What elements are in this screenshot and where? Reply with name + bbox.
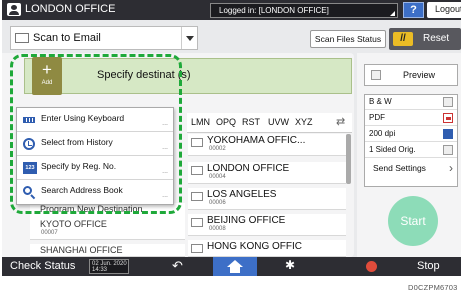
preview-checkbox[interactable] xyxy=(371,70,381,80)
envelope-icon xyxy=(191,244,203,253)
scan-settings-box: B & W PDF 200 dpi 1 Sided Orig. Send Set… xyxy=(364,94,458,187)
tab-opq[interactable]: OPQ xyxy=(216,117,236,127)
top-bar: LONDON OFFICE Logged in: [LONDON OFFICE]… xyxy=(2,0,461,20)
chevron-down-icon[interactable] xyxy=(181,27,197,49)
setting-label: 200 dpi xyxy=(369,129,396,138)
expand-corner-icon xyxy=(390,11,395,16)
help-button[interactable]: ? xyxy=(403,2,424,18)
setting-label: B & W xyxy=(369,97,392,106)
tab-xyz[interactable]: XYZ xyxy=(295,117,313,127)
setting-label: PDF xyxy=(369,113,385,122)
preview-toggle[interactable]: Preview xyxy=(364,64,458,86)
envelope-icon xyxy=(191,138,203,147)
tab-rst[interactable]: RST xyxy=(242,117,260,127)
envelope-icon xyxy=(191,218,203,227)
entry-name: YOKOHAMA OFFIC... xyxy=(207,135,306,146)
list-item[interactable]: SHANGHAI OFFICE xyxy=(30,244,185,257)
preview-label: Preview xyxy=(403,70,436,80)
time-label: 14:33 xyxy=(92,267,108,273)
send-settings-button[interactable]: Send Settings › xyxy=(365,159,457,179)
list-item[interactable]: BEIJING OFFICE 00008 xyxy=(188,214,346,236)
scrollbar[interactable] xyxy=(346,134,351,184)
envelope-icon xyxy=(191,192,203,201)
scan-to-label: Scan to Email xyxy=(33,32,101,44)
color-mode-icon xyxy=(443,97,453,107)
entry-name: LONDON OFFICE xyxy=(207,163,290,174)
resolution-icon xyxy=(443,129,453,139)
logged-in-label: Logged in: [LONDON OFFICE] xyxy=(219,6,329,15)
list-item[interactable]: KYOTO OFFICE 00007 xyxy=(30,218,185,240)
setting-resolution[interactable]: 200 dpi xyxy=(365,127,457,142)
setting-color[interactable]: B & W xyxy=(365,95,457,110)
setting-file-type[interactable]: PDF xyxy=(365,111,457,126)
office-title: LONDON OFFICE xyxy=(25,3,116,15)
chevron-right-icon: › xyxy=(449,161,453,175)
entry-name: LOS ANGELES xyxy=(207,189,277,200)
check-status-button[interactable]: Check Status xyxy=(10,260,75,272)
setting-original-sides[interactable]: 1 Sided Orig. xyxy=(365,143,457,158)
tab-uvw[interactable]: UVW xyxy=(268,117,289,127)
setting-label: 1 Sided Orig. xyxy=(369,145,416,154)
pdf-icon xyxy=(443,113,453,123)
entry-number: 00008 xyxy=(209,226,226,232)
bottom-bar: Check Status 02 Jun. 2020 14:33 ↶ ✱ Stop xyxy=(2,257,461,276)
one-sided-icon xyxy=(443,145,453,155)
logout-button[interactable]: Logout xyxy=(427,2,461,18)
index-tabs: LMN OPQ RST UVW XYZ ⇄ xyxy=(187,113,352,133)
entry-name: HONG KONG OFFIC xyxy=(207,241,302,252)
figure-code: D0CZPM6703 xyxy=(408,283,458,292)
send-settings-label: Send Settings xyxy=(373,163,426,173)
stop-button[interactable]: Stop xyxy=(417,260,440,272)
back-icon[interactable]: ↶ xyxy=(172,258,183,274)
logged-in-status[interactable]: Logged in: [LONDON OFFICE] xyxy=(210,3,398,18)
swap-order-icon[interactable]: ⇄ xyxy=(336,115,345,128)
entry-name: SHANGHAI OFFICE xyxy=(40,245,123,255)
user-icon xyxy=(7,3,21,16)
tab-lmn[interactable]: LMN xyxy=(191,117,210,127)
envelope-icon xyxy=(191,166,203,175)
entry-name: KYOTO OFFICE xyxy=(40,219,107,229)
list-item[interactable]: HONG KONG OFFIC xyxy=(188,240,346,257)
highlight-callout xyxy=(10,54,182,214)
list-item[interactable]: YOKOHAMA OFFIC... 00002 xyxy=(188,134,346,156)
entry-number: 00006 xyxy=(209,200,226,206)
screen: LONDON OFFICE Logged in: [LONDON OFFICE]… xyxy=(2,0,461,276)
date-time-display: 02 Jun. 2020 14:33 xyxy=(89,259,129,274)
home-icon[interactable] xyxy=(213,257,257,276)
entry-number: 00004 xyxy=(209,174,226,180)
scan-files-status-button[interactable]: Scan Files Status xyxy=(310,30,386,48)
reset-label: Reset xyxy=(423,33,450,44)
entry-number: 00002 xyxy=(209,146,226,152)
gear-icon[interactable]: ✱ xyxy=(285,258,295,272)
entry-number: 00007 xyxy=(41,230,58,236)
list-item[interactable]: LONDON OFFICE 00004 xyxy=(188,162,346,184)
start-button[interactable]: Start xyxy=(388,196,438,246)
list-item[interactable]: LOS ANGELES 00006 xyxy=(188,188,346,210)
stop-icon[interactable] xyxy=(366,261,377,272)
reset-icon: // xyxy=(393,32,413,46)
reset-button[interactable]: // Reset xyxy=(389,28,461,50)
entry-name: BEIJING OFFICE xyxy=(207,215,286,226)
scan-to-select[interactable]: Scan to Email xyxy=(10,26,198,50)
envelope-icon xyxy=(15,33,29,43)
